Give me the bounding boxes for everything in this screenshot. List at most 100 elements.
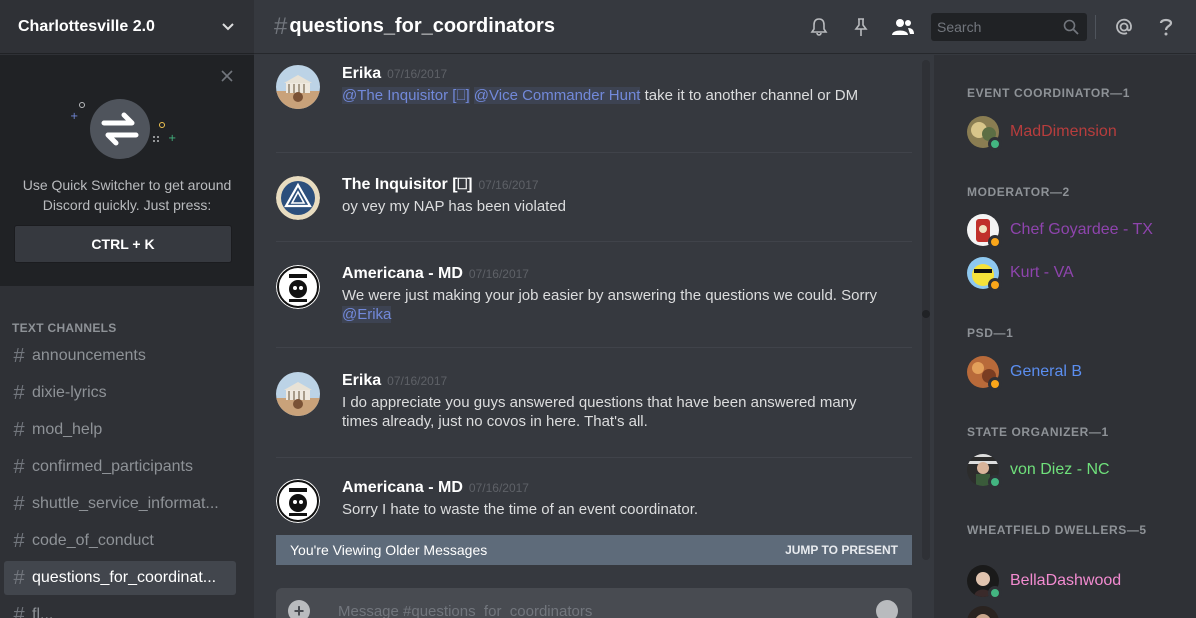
hash-icon: # [274, 12, 288, 40]
channel-label: fl... [32, 606, 54, 618]
message-text: @The Inquisitor [⎕] @Vice Commander Hunt… [342, 87, 882, 106]
member-item[interactable]: BellaDashwood [967, 564, 1122, 600]
user-mention[interactable]: @Erika [342, 305, 392, 323]
role-header: EVENT COORDINATOR—1 [967, 86, 1130, 100]
avatar [967, 257, 1002, 292]
bell-icon[interactable] [807, 15, 831, 39]
channel-item-announcements[interactable]: # announcements [4, 339, 244, 373]
help-icon[interactable] [1154, 15, 1178, 39]
message-author[interactable]: The Inquisitor [⎕] [342, 176, 472, 193]
emoji-picker-icon[interactable] [876, 600, 898, 618]
message-text: oy vey my NAP has been violated [342, 198, 567, 215]
channel-name: questions_for_coordinators [289, 15, 555, 37]
member-name: Chef Goyardee - TX [1010, 221, 1153, 238]
close-icon[interactable] [220, 69, 234, 83]
message-composer: + [276, 588, 912, 618]
channel-label: announcements [32, 347, 146, 364]
search-box[interactable] [931, 13, 1087, 41]
channel-label: shuttle_service_informat... [32, 495, 219, 512]
message-timestamp: 07/16/2017 [478, 178, 539, 192]
message-author[interactable]: Erika [342, 372, 381, 389]
pin-icon[interactable] [849, 15, 873, 39]
hash-icon: # [13, 492, 25, 515]
status-idle-dot [988, 235, 1002, 249]
member-name: BellaDashwood [1010, 572, 1122, 589]
message-list: Erika 07/16/2017 @The Inquisitor [⎕] @Vic… [276, 55, 912, 535]
member-name: Kurt - VA [1010, 264, 1074, 281]
channel-sidebar: Charlottesville 2.0 + + Use Quick Switch… [0, 0, 254, 618]
avatar[interactable] [276, 65, 320, 109]
avatar[interactable] [276, 265, 320, 309]
svg-text:+: + [70, 111, 78, 122]
channel-item-mod-help[interactable]: # mod_help [4, 413, 244, 447]
message-input[interactable] [338, 598, 858, 618]
channel-label: code_of_conduct [32, 532, 154, 549]
message-timestamp: 07/16/2017 [468, 267, 529, 281]
member-name: General B [1010, 363, 1083, 380]
member-item[interactable]: General B [967, 355, 1083, 391]
channel-label: confirmed_participants [32, 458, 193, 475]
member-name: von Diez - NC [1010, 461, 1110, 478]
member-item-partial[interactable] [967, 605, 999, 618]
role-header: STATE ORGANIZER—1 [967, 425, 1109, 439]
hash-icon: # [13, 529, 25, 552]
avatar [967, 606, 999, 618]
message-header: Americana - MD 07/16/2017 [342, 265, 529, 283]
member-item[interactable]: Kurt - VA [967, 256, 1074, 292]
avatar [967, 454, 1002, 489]
message-author[interactable]: Americana - MD [342, 265, 463, 282]
hash-icon: # [13, 455, 25, 478]
channel-item-code-of-conduct[interactable]: # code_of_conduct [4, 524, 244, 558]
role-header: PSD—1 [967, 326, 1014, 340]
quick-switcher-text: Use Quick Switcher to get around Discord… [22, 177, 232, 213]
member-item[interactable]: von Diez - NC [967, 453, 1110, 489]
user-mention[interactable]: @Vice Commander Hunt [473, 87, 641, 104]
search-icon[interactable] [1063, 19, 1079, 40]
avatar [967, 214, 1002, 249]
message-text-content: We were just making your job easier by a… [342, 287, 877, 304]
message-timestamp: 07/16/2017 [387, 374, 448, 388]
message-header: Erika 07/16/2017 [342, 372, 447, 390]
message-timestamp: 07/16/2017 [387, 67, 448, 81]
message-author[interactable]: Americana - MD [342, 479, 463, 496]
member-item[interactable]: Chef Goyardee - TX [967, 213, 1153, 249]
member-name: MadDimension [1010, 123, 1117, 140]
message-divider [276, 241, 912, 242]
user-mention[interactable]: @The Inquisitor [⎕] [342, 87, 470, 104]
member-item[interactable]: MadDimension [967, 115, 1117, 151]
channel-item-shuttle-service[interactable]: # shuttle_service_informat... [4, 487, 244, 521]
avatar[interactable] [276, 372, 320, 416]
channel-item-partial[interactable]: # fl... [4, 598, 244, 618]
channel-item-questions-for-coordinators[interactable]: # questions_for_coordinat... [4, 561, 236, 595]
older-messages-label: You're Viewing Older Messages [290, 542, 488, 558]
channel-label: questions_for_coordinat... [32, 569, 217, 586]
avatar[interactable] [276, 479, 320, 523]
avatar [967, 356, 1002, 391]
channel-item-confirmed-participants[interactable]: # confirmed_participants [4, 450, 244, 484]
at-icon[interactable] [1112, 15, 1136, 39]
message-divider [276, 347, 912, 348]
channel-item-dixie-lyrics[interactable]: # dixie-lyrics [4, 376, 244, 410]
role-header: MODERATOR—2 [967, 185, 1070, 199]
hash-icon: # [13, 566, 25, 589]
status-online-dot [988, 475, 1002, 489]
text-channels-header[interactable]: TEXT CHANNELS [12, 321, 117, 335]
channel-label: mod_help [32, 421, 103, 438]
quick-switcher-shortcut-button[interactable]: CTRL + K [14, 225, 232, 263]
hash-icon: # [13, 418, 25, 441]
chevron-down-icon[interactable] [220, 19, 236, 35]
jump-to-present-button[interactable]: JUMP TO PRESENT [785, 543, 898, 557]
message-author[interactable]: Erika [342, 65, 381, 82]
message-text: We were just making your job easier by a… [342, 287, 882, 324]
member-list: EVENT COORDINATOR—1 MadDimension MODERAT… [934, 55, 1196, 618]
members-icon[interactable] [891, 15, 915, 39]
status-online-dot [988, 586, 1002, 600]
scrollbar-thumb[interactable] [922, 310, 930, 318]
guild-header[interactable]: Charlottesville 2.0 [0, 0, 254, 54]
message-header: The Inquisitor [⎕] 07/16/2017 [342, 176, 539, 194]
avatar[interactable] [276, 176, 320, 220]
upload-plus-icon[interactable]: + [288, 600, 310, 618]
hash-icon: # [13, 344, 25, 367]
topbar-icons [807, 0, 1196, 54]
channel-label: dixie-lyrics [32, 384, 107, 401]
